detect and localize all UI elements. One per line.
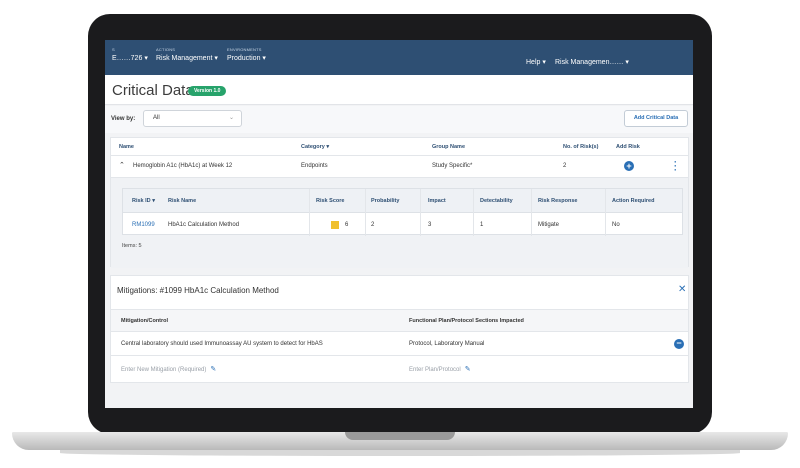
actions-caption: ACTIONS xyxy=(156,47,176,52)
sort-down-icon: ▾ xyxy=(326,144,330,150)
page-header: Critical Data Version 1.0 xyxy=(105,75,693,105)
header-risk-name[interactable]: Risk Name xyxy=(168,198,196,204)
add-critical-data-button[interactable]: Add Critical Data xyxy=(624,110,688,127)
view-by-select[interactable]: All ⌄ xyxy=(143,110,242,127)
pencil-icon: ✎ xyxy=(210,366,217,373)
environment-selector[interactable]: ENVIRONMENTS Production ▾ xyxy=(227,46,266,65)
version-badge: Version 1.0 xyxy=(188,86,227,96)
risk-score: 6 xyxy=(345,222,349,228)
header-risk-id-label: Risk ID xyxy=(132,198,151,204)
actions-selector[interactable]: ACTIONS Risk Management ▾ xyxy=(156,46,218,65)
header-risk-score[interactable]: Risk Score xyxy=(316,198,344,204)
new-plan-placeholder: Enter Plan/Protocol xyxy=(409,367,461,373)
top-nav: S E……726 ▾ ACTIONS Risk Management ▾ ENV… xyxy=(105,40,693,75)
risk-response: Mitigate xyxy=(538,222,560,228)
mitigation-row[interactable]: Central laboratory should used Immunoass… xyxy=(111,332,688,356)
mitigation-sections: Protocol, Laboratory Manual xyxy=(409,341,485,347)
row-risk-count: 2 xyxy=(563,163,567,169)
row-group: Study Specific* xyxy=(432,163,473,169)
user-menu[interactable]: Risk Managemen…… ▾ xyxy=(555,58,629,66)
help-menu[interactable]: Help ▾ xyxy=(526,58,546,66)
risk-name: HbA1c Calculation Method xyxy=(168,222,240,228)
impact: 3 xyxy=(428,222,432,228)
user-menu-label: Risk Managemen…… xyxy=(555,59,624,66)
chevron-down-icon: ▾ xyxy=(542,59,546,66)
help-label: Help xyxy=(526,59,541,66)
mitigations-header: Mitigation/Control Functional Plan/Proto… xyxy=(111,309,688,332)
header-impact[interactable]: Impact xyxy=(428,198,446,204)
chevron-down-icon: ▾ xyxy=(262,55,266,62)
table-header: Name Category ▾ Group Name No. of Risk(s… xyxy=(111,138,688,156)
environment-caption: ENVIRONMENTS xyxy=(227,47,262,52)
header-group[interactable]: Group Name xyxy=(432,144,465,150)
view-by-bar: View by: All ⌄ Add Critical Data xyxy=(105,106,693,133)
study-selector[interactable]: S E……726 ▾ xyxy=(112,46,148,65)
risk-table: Risk ID ▾ Risk Name Risk Score Probabili… xyxy=(122,188,683,236)
row-category: Endpoints xyxy=(301,163,328,169)
header-probability[interactable]: Probability xyxy=(371,198,399,204)
laptop-notch xyxy=(345,432,455,440)
header-risk-id[interactable]: Risk ID ▾ xyxy=(132,198,155,204)
detectability: 1 xyxy=(480,222,484,228)
header-detectability[interactable]: Detectability xyxy=(480,198,513,204)
header-name[interactable]: Name xyxy=(119,144,134,150)
header-risk-response[interactable]: Risk Response xyxy=(538,198,577,204)
app-screen: S E……726 ▾ ACTIONS Risk Management ▾ ENV… xyxy=(105,40,693,408)
view-by-label: View by: xyxy=(111,116,136,122)
row-name: Hemoglobin A1c (HbA1c) at Week 12 xyxy=(133,163,233,169)
items-count: Items: 5 xyxy=(122,243,142,249)
risk-table-header: Risk ID ▾ Risk Name Risk Score Probabili… xyxy=(123,189,682,213)
study-value: E……726 xyxy=(112,55,143,62)
remove-mitigation-icon[interactable]: − xyxy=(674,339,684,349)
risk-subpanel: Risk ID ▾ Risk Name Risk Score Probabili… xyxy=(111,178,688,268)
new-plan-input[interactable]: Enter Plan/Protocol ✎ xyxy=(409,365,471,373)
header-category-label: Category xyxy=(301,144,325,150)
probability: 2 xyxy=(371,222,375,228)
chevron-up-icon[interactable]: ⌃ xyxy=(119,161,125,169)
risk-row[interactable]: RM1099 HbA1c Calculation Method 6 2 3 1 … xyxy=(123,213,682,236)
chevron-down-icon: ⌄ xyxy=(228,115,234,121)
critical-data-table: Name Category ▾ Group Name No. of Risk(s… xyxy=(110,137,689,268)
view-by-value: All xyxy=(153,115,160,121)
new-mitigation-row: Enter New Mitigation (Required) ✎ Enter P… xyxy=(111,356,688,380)
page-title: Critical Data xyxy=(112,82,194,99)
mitigations-title: Mitigations: #1099 HbA1c Calculation Met… xyxy=(117,286,279,295)
header-category[interactable]: Category ▾ xyxy=(301,144,329,150)
risk-id-link[interactable]: RM1099 xyxy=(132,222,155,228)
new-mitigation-input[interactable]: Enter New Mitigation (Required) ✎ xyxy=(121,365,216,373)
close-icon[interactable]: ✕ xyxy=(678,284,686,295)
pencil-icon: ✎ xyxy=(464,366,471,373)
study-caption: S xyxy=(112,47,115,52)
environment-value: Production xyxy=(227,55,261,62)
header-action-required[interactable]: Action Required xyxy=(612,198,654,204)
chevron-down-icon: ▾ xyxy=(214,55,218,62)
table-row[interactable]: ⌃ Hemoglobin A1c (HbA1c) at Week 12 Endp… xyxy=(111,156,688,178)
header-sections-impacted: Functional Plan/Protocol Sections Impact… xyxy=(409,318,524,324)
header-risks[interactable]: No. of Risk(s) xyxy=(563,144,598,150)
header-add-risk: Add Risk xyxy=(616,144,640,150)
actions-value: Risk Management xyxy=(156,55,213,62)
laptop-shadow xyxy=(60,450,740,456)
header-mitigation-control: Mitigation/Control xyxy=(121,318,169,324)
kebab-menu-icon[interactable]: · · · xyxy=(674,158,678,175)
sort-down-icon: ▾ xyxy=(152,198,155,204)
add-risk-icon[interactable]: + xyxy=(624,161,634,171)
chevron-down-icon: ▾ xyxy=(144,55,148,62)
mitigation-control: Central laboratory should used Immunoass… xyxy=(121,341,323,347)
mitigations-panel: Mitigations: #1099 HbA1c Calculation Met… xyxy=(110,275,689,383)
action-required: No xyxy=(612,222,620,228)
new-mitigation-placeholder: Enter New Mitigation (Required) xyxy=(121,367,207,373)
risk-score-indicator xyxy=(331,221,339,229)
chevron-down-icon: ▾ xyxy=(625,59,629,66)
